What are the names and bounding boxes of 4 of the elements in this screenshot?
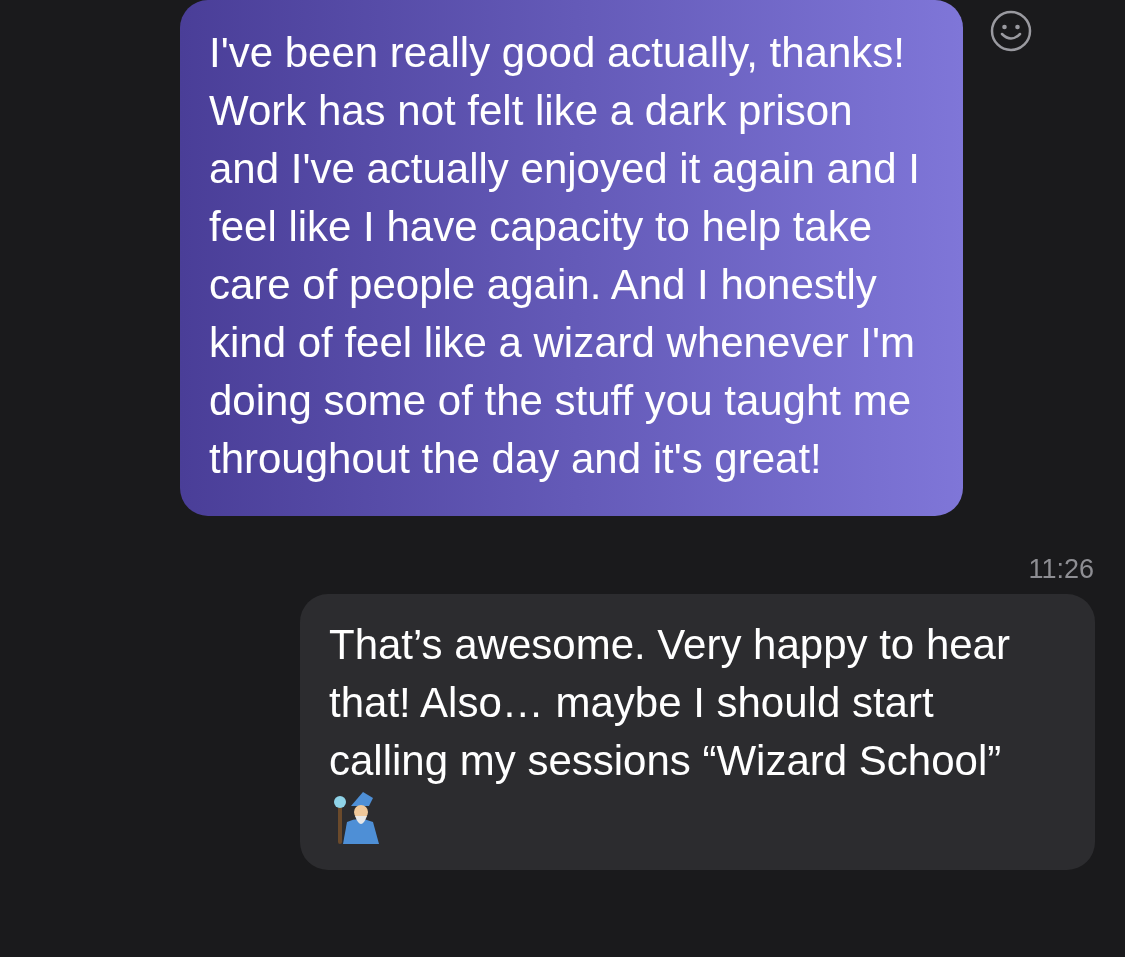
message-text: That’s awesome. Very happy to hear that! Also… maybe I should start calling my sessions “Wizard School” (329, 620, 1011, 786)
timestamp: 11:26 (1028, 553, 1094, 586)
message-bubble: I've been really good actually, thanks! Work has not felt like a dark prison and I've actually enjoyed it again and I feel like I have capacity to help take care of people again. And I honestly kind of feel like a wizard whenever I'm doing some of the stuff you taught me throughout the day and it's great! (180, 0, 963, 516)
smiley-icon[interactable] (989, 9, 1033, 53)
